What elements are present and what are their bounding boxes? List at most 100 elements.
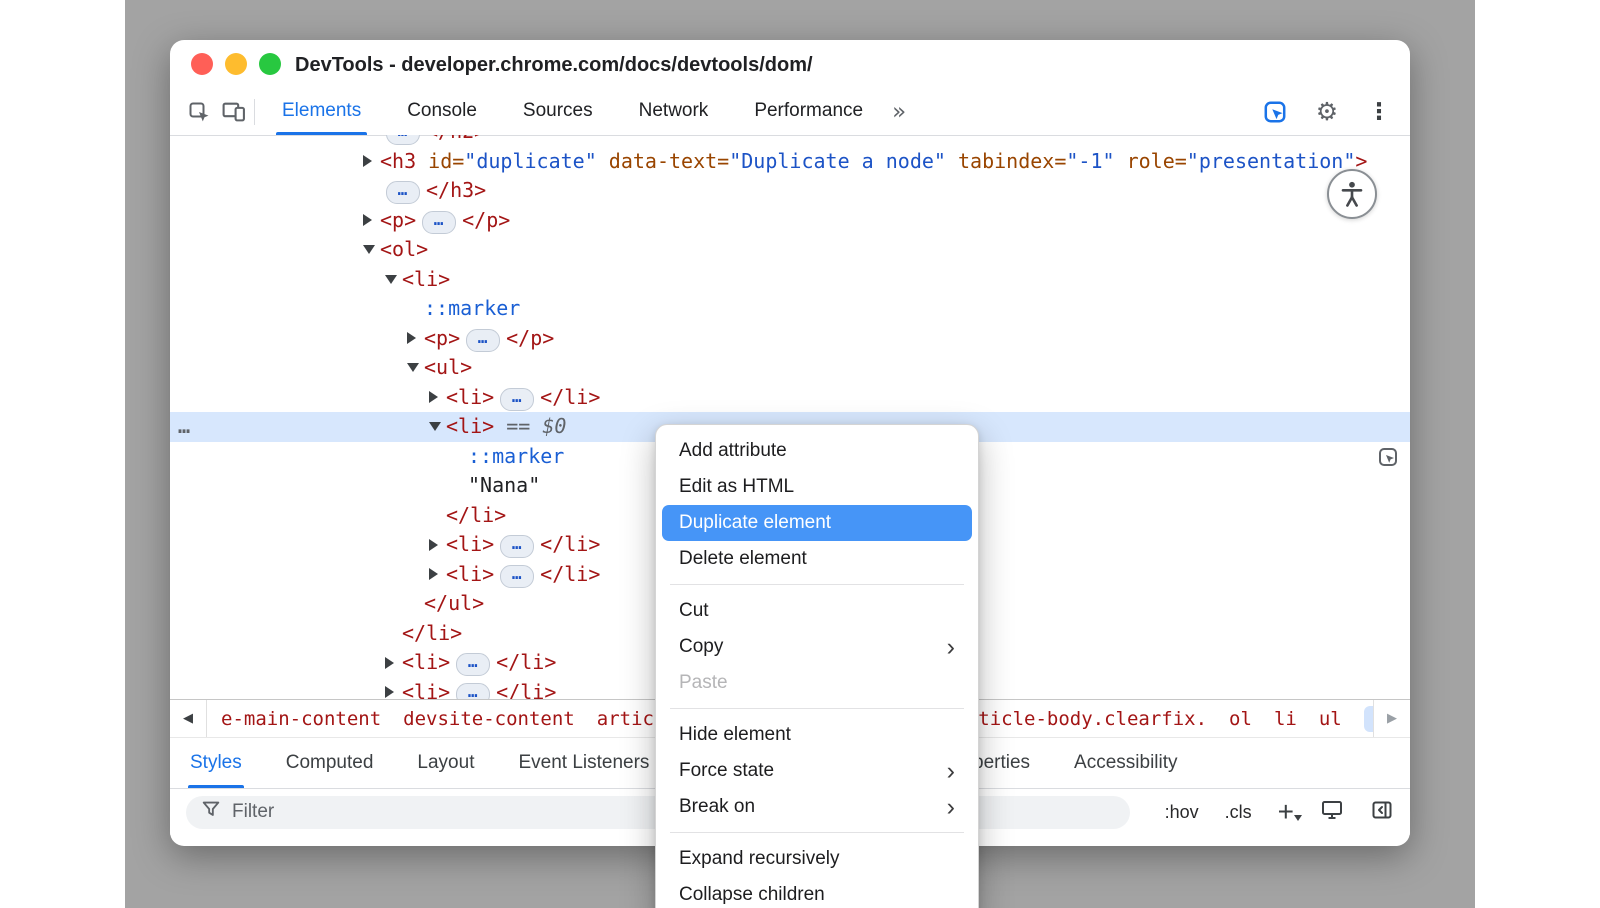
syntax-token: tabindex= [946,149,1066,173]
disclosure-triangle-icon[interactable] [363,214,372,226]
tab-elements[interactable]: Elements [280,88,363,135]
more-tabs-icon[interactable]: » [892,90,906,134]
element-classes-button[interactable]: .cls [1225,802,1252,823]
more-options-kebab-icon[interactable]: ⋮ [1362,95,1396,129]
tab-console[interactable]: Console [405,88,479,135]
minimize-button[interactable] [225,53,247,75]
collapsed-content-pill[interactable]: … [500,535,534,558]
window-title: DevTools - developer.chrome.com/docs/dev… [295,40,813,90]
display-icon[interactable] [1320,798,1344,827]
disclosure-triangle-icon[interactable] [363,245,375,254]
toggle-sidebar-icon[interactable] [1370,798,1394,827]
syntax-token: <h3 [380,149,416,173]
breadcrumb-scroll-left-icon[interactable]: ◀ [170,700,207,737]
menu-item-add-attribute[interactable]: Add attribute [662,433,972,469]
collapsed-content-pill[interactable]: … [456,683,490,700]
devtools-toolbar: Elements Console Sources Network Performance… [170,88,1410,136]
menu-item-collapse-children[interactable]: Collapse children [662,877,972,908]
disclosure-triangle-icon[interactable] [363,155,372,167]
traffic-lights [191,53,281,75]
breadcrumb-item-rticle-body-clearfix[interactable]: rticle-body.clearfix. [967,708,1207,730]
breadcrumb-item-e-main-content[interactable]: e-main-content [221,708,381,730]
collapsed-content-pill[interactable]: … [386,181,420,204]
breadcrumb-scroll-right-icon[interactable]: ▶ [1373,700,1410,737]
tab-performance[interactable]: Performance [752,88,865,135]
collapsed-content-pill[interactable]: … [466,329,500,352]
menu-item-delete-element[interactable]: Delete element [662,541,972,577]
syntax-token: "Duplicate a node" [729,149,946,173]
screenshot-viewport: DevTools - developer.chrome.com/docs/dev… [0,0,1600,908]
tab-styles[interactable]: Styles [190,738,242,788]
dom-tree-row[interactable]: … </h2> [170,135,1410,147]
syntax-token: ::marker [424,296,520,320]
disclosure-triangle-icon[interactable] [385,657,394,669]
dom-tree-row[interactable]: ::marker [170,294,1410,324]
disclosure-triangle-icon[interactable] [429,422,441,431]
dom-tree-row[interactable]: <p>…</p> [170,324,1410,354]
disclosure-triangle-icon[interactable] [429,391,438,403]
inspect-element-icon[interactable] [182,95,216,129]
syntax-token: <li> [402,267,450,291]
syntax-token: </ul> [424,591,484,615]
menu-item-copy[interactable]: Copy› [662,629,972,665]
tab-network[interactable]: Network [637,88,711,135]
device-toolbar-icon[interactable] [216,95,250,129]
toolbar-divider [254,99,255,125]
close-button[interactable] [191,53,213,75]
menu-item-label: Expand recursively [679,848,955,870]
menu-item-hide-element[interactable]: Hide element [662,717,972,753]
breadcrumb-item-devsite-content[interactable]: devsite-content [403,708,575,730]
tab-event-listeners[interactable]: Event Listeners [518,738,649,788]
tab-sources[interactable]: Sources [521,88,595,135]
tab-accessibility[interactable]: Accessibility [1074,738,1177,788]
dom-tree-row[interactable]: <li>…</li> [170,383,1410,413]
menu-item-expand-recursively[interactable]: Expand recursively [662,841,972,877]
syntax-token: </p> [462,208,510,232]
collapsed-content-pill[interactable]: … [456,653,490,676]
disclosure-triangle-icon[interactable] [429,568,438,580]
node-options-dots-icon[interactable]: … [178,412,191,442]
dom-tree-row[interactable]: <ul> [170,353,1410,383]
settings-gear-icon[interactable]: ⚙ [1310,95,1344,129]
toggle-element-state-button[interactable]: :hov [1165,802,1199,823]
dom-tree-row[interactable]: … </h3> [170,176,1410,206]
tab-computed[interactable]: Computed [286,738,374,788]
collapsed-content-pill[interactable]: … [500,565,534,588]
collapsed-content-pill[interactable]: … [422,211,456,234]
breadcrumb-item-li[interactable]: li [1274,708,1297,730]
syntax-token: </li> [446,503,506,527]
syntax-token: <p> [380,208,416,232]
disclosure-triangle-icon[interactable] [407,332,416,344]
disclosure-triangle-icon[interactable] [407,363,419,372]
dom-tree-row[interactable]: <ol> [170,235,1410,265]
dom-tree-row[interactable]: <h3 id="duplicate" data-text="Duplicate … [170,147,1410,177]
dom-tree-row[interactable]: <p> … </p> [170,206,1410,236]
breadcrumb-item-ul[interactable]: ul [1319,708,1342,730]
accessibility-person-icon[interactable] [1327,169,1377,219]
disclosure-triangle-icon[interactable] [385,275,397,284]
breadcrumb-item-ol[interactable]: ol [1229,708,1252,730]
tab-layout[interactable]: Layout [417,738,474,788]
menu-item-force-state[interactable]: Force state› [662,753,972,789]
zoom-button[interactable] [259,53,281,75]
syntax-token: <li> [402,680,450,700]
disclosure-triangle-icon[interactable] [385,686,394,698]
syntax-token: </h3> [426,178,486,202]
syntax-token: </h2> [426,135,486,143]
menu-item-label: Edit as HTML [679,476,955,498]
menu-item-duplicate-element[interactable]: Duplicate element [662,505,972,541]
disclosure-triangle-icon[interactable] [429,539,438,551]
menu-item-label: Force state [679,760,947,782]
menu-item-break-on[interactable]: Break on› [662,789,972,825]
menu-item-label: Paste [679,672,955,694]
dom-tree-row[interactable]: <li> [170,265,1410,295]
collapsed-content-pill[interactable]: … [386,135,420,145]
menu-item-edit-as-html[interactable]: Edit as HTML [662,469,972,505]
element-picker-icon[interactable] [1258,95,1292,129]
menu-item-cut[interactable]: Cut [662,593,972,629]
collapsed-content-pill[interactable]: … [500,388,534,411]
menu-separator [670,708,964,709]
syntax-token: "-1" [1066,149,1114,173]
new-style-rule-button[interactable]: + [1278,801,1294,823]
breadcrumb-item-li[interactable]: li [1364,706,1373,732]
